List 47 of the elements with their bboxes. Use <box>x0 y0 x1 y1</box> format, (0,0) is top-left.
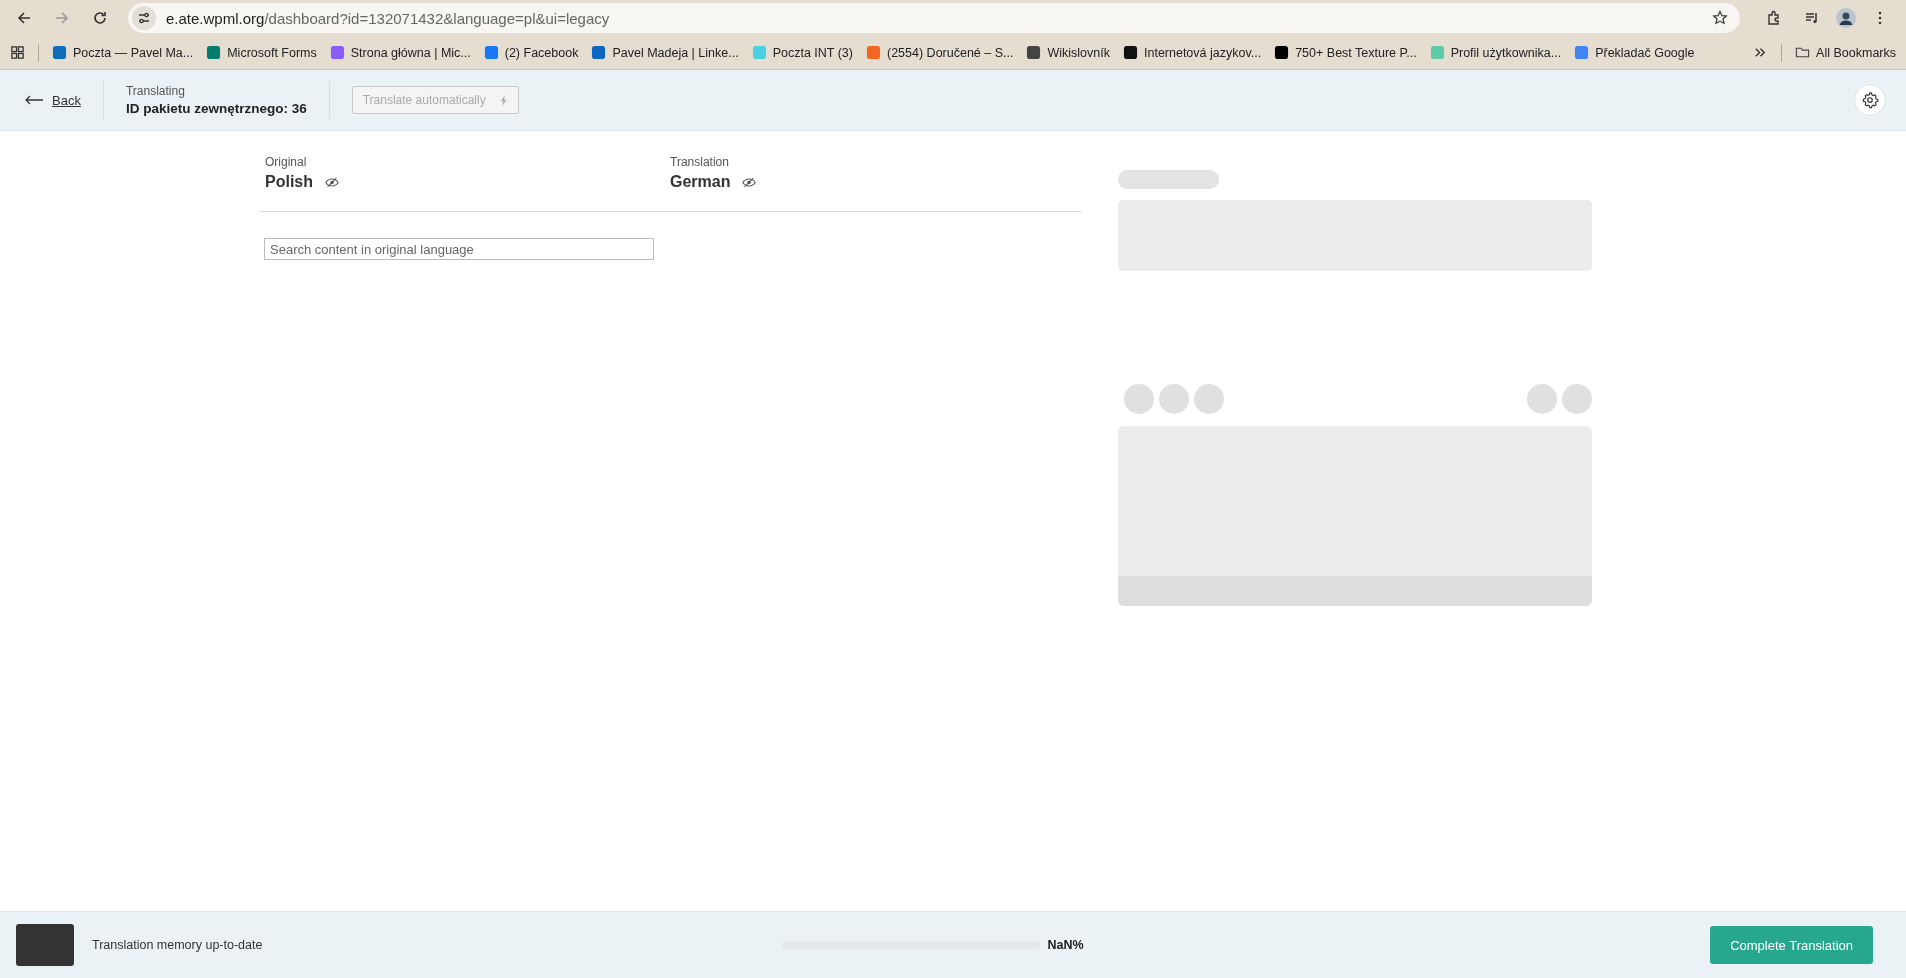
settings-icon <box>1861 91 1879 109</box>
skeleton-circle <box>1194 384 1224 414</box>
search-field[interactable]: Search content in original language <box>264 238 654 260</box>
back-icon[interactable] <box>16 10 32 26</box>
back-link[interactable]: Back <box>24 92 81 108</box>
bookmark[interactable]: Internetová jazykov... <box>1123 45 1262 60</box>
media-icon[interactable] <box>1804 10 1820 26</box>
bookmark[interactable]: Strona główna | Mic... <box>329 45 471 60</box>
arrow-left-icon <box>24 95 44 105</box>
reload-icon[interactable] <box>92 10 108 26</box>
folder-icon <box>1795 45 1811 60</box>
all-bookmarks[interactable]: All Bookmarks <box>1795 45 1896 60</box>
bookmark[interactable]: Poczta — Pavel Ma... <box>52 45 194 60</box>
lightning-icon <box>499 94 508 106</box>
memory-status-box <box>16 924 74 966</box>
url-path: /dashboard?id=132071432&language=pl&ui=legacy <box>264 9 610 27</box>
column-caption: Translation <box>670 155 730 169</box>
bookmark[interactable]: Pavel Madeja | Linke... <box>591 45 739 60</box>
bookmark[interactable]: 750+ Best Texture P... <box>1274 45 1417 60</box>
bookmark[interactable]: (2554) Doručené – S... <box>866 45 1014 60</box>
bookmark[interactable]: Poczta INT (3) <box>751 45 853 60</box>
bookmark[interactable]: Microsoft Forms <box>206 45 317 60</box>
skeleton-circle <box>1159 384 1189 414</box>
url-host: e.ate.wpml.org <box>166 9 265 27</box>
address-bar[interactable]: e.ate.wpml.org/dashboard?id=132071432&language=pl&ui=legacy <box>128 3 1740 33</box>
bookmark[interactable]: Wikislovník <box>1026 45 1110 60</box>
apps-icon[interactable] <box>10 45 25 60</box>
settings-button[interactable] <box>1854 84 1886 116</box>
language-name: Polish <box>265 173 313 191</box>
package-title: ID pakietu zewnętrznego: 36 <box>125 101 307 116</box>
extensions-icon[interactable] <box>1766 10 1782 26</box>
progress-reading: NaN% <box>1047 938 1084 952</box>
star-icon[interactable] <box>1712 10 1728 26</box>
site-settings-icon[interactable] <box>132 6 156 30</box>
memory-status: Translation memory up-to-date <box>92 938 263 952</box>
bookmark[interactable]: Překladač Google <box>1574 45 1695 60</box>
skeleton-circle <box>1124 384 1154 414</box>
skeleton-circle <box>1527 384 1557 414</box>
subtitle: Translating <box>125 84 186 98</box>
eye-slash-icon[interactable] <box>742 176 757 188</box>
bookmark[interactable]: Profil użytkownika... <box>1429 45 1562 60</box>
column-caption: Original <box>265 155 308 169</box>
bookmark[interactable]: (2) Facebook <box>483 45 579 60</box>
eye-slash-icon[interactable] <box>325 176 339 188</box>
language-name: German <box>670 173 731 191</box>
avatar-icon[interactable] <box>1836 8 1856 28</box>
skeleton-circle <box>1562 384 1592 414</box>
